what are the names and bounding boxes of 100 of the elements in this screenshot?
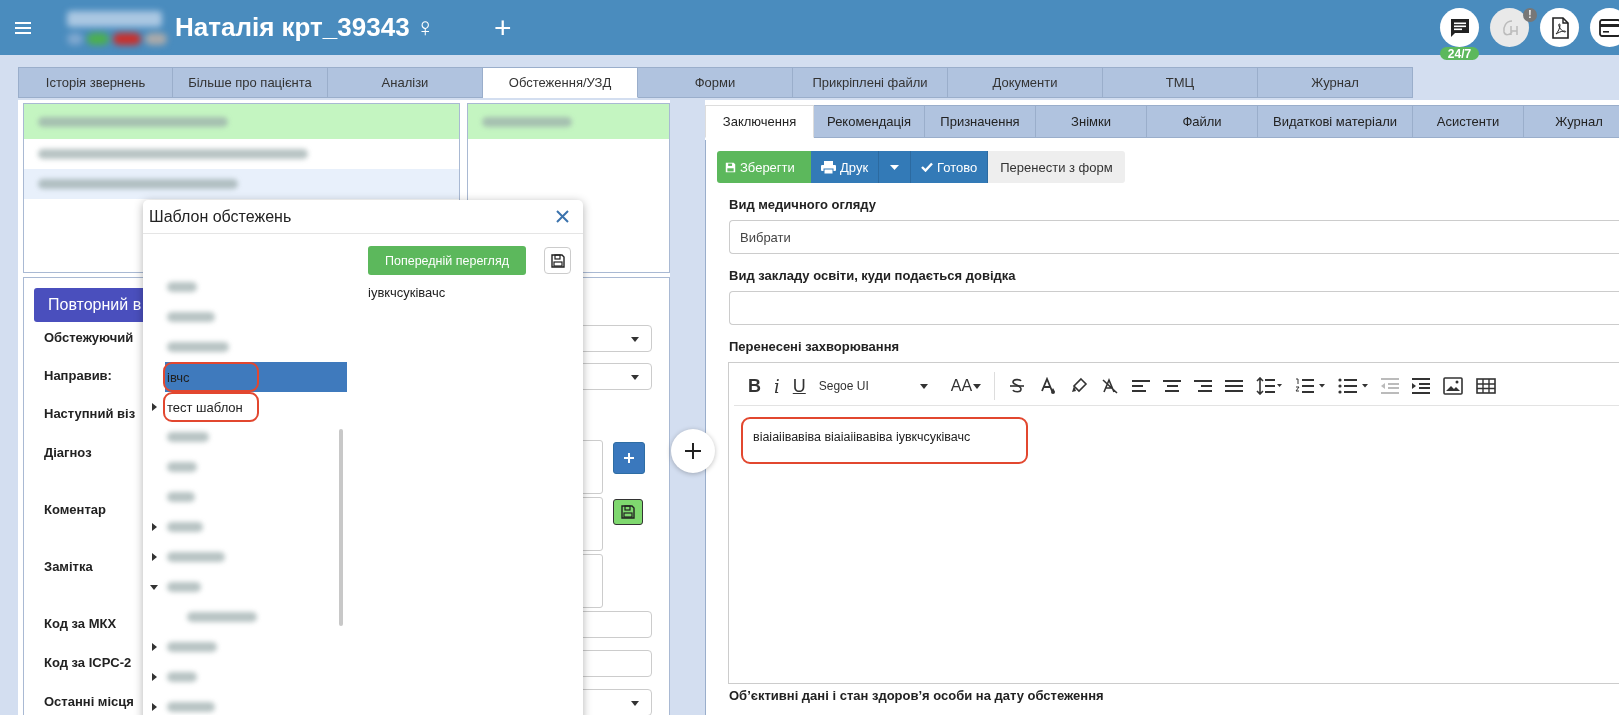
- dropdown-toggle[interactable]: [879, 151, 912, 183]
- highlighter-icon[interactable]: [1070, 377, 1089, 395]
- alert-badge: !: [1523, 8, 1537, 22]
- printer-icon: [821, 160, 836, 174]
- check-icon: [921, 162, 934, 172]
- field-label: Вид медичного огляду: [729, 197, 877, 212]
- caret-right-icon[interactable]: [150, 673, 158, 681]
- dropdown-field[interactable]: Вибрати: [729, 220, 1619, 254]
- field-label: Код за МКХ: [43, 615, 118, 631]
- format-button[interactable]: i: [774, 375, 780, 397]
- editor-text: віаіаіівавіва віаіаіівавіва іувкчсуківачс: [753, 430, 971, 444]
- tab[interactable]: Обстеження/УЗД: [483, 67, 638, 98]
- font-size-button[interactable]: AA: [950, 377, 973, 395]
- rich-text-editor[interactable]: B i U Segoe UI AA віаіаіівавіва віаіаіівавіва іувкчсуківачс: [728, 362, 1619, 684]
- tree-item[interactable]: івчс: [165, 362, 347, 392]
- scrollbar[interactable]: [339, 429, 343, 626]
- table-icon[interactable]: [1476, 378, 1497, 394]
- blurred-text: [167, 342, 229, 352]
- tab[interactable]: Більше про пацієнта: [173, 67, 328, 98]
- caret-right-icon[interactable]: [150, 553, 158, 561]
- caret-right-icon[interactable]: [150, 403, 158, 411]
- input-field[interactable]: [729, 291, 1619, 325]
- blurred-text: [167, 672, 197, 682]
- field-label: Наступний віз: [43, 405, 137, 421]
- caret-icon: [631, 375, 639, 380]
- gender-symbol: ♀: [415, 12, 436, 43]
- save-icon: [621, 505, 635, 519]
- tab[interactable]: Призначення: [925, 105, 1036, 138]
- font-dropdown[interactable]: Segoe UI: [818, 379, 919, 393]
- tab[interactable]: Асистенти: [1413, 105, 1524, 138]
- caret-down-icon[interactable]: [150, 583, 158, 591]
- text-color-icon[interactable]: [1039, 377, 1058, 395]
- numbered-list-icon[interactable]: [1295, 377, 1326, 395]
- tab[interactable]: Аналізи: [328, 67, 483, 98]
- blurred-text: [167, 702, 215, 712]
- print-button[interactable]: Друк: [811, 151, 880, 183]
- caret-icon: [631, 337, 639, 342]
- tab[interactable]: Рекомендація: [814, 105, 925, 138]
- align-icon[interactable]: [1194, 379, 1213, 393]
- save-icon: [725, 161, 736, 173]
- blurred-text: [167, 642, 217, 652]
- tab[interactable]: Прикріплені файли: [793, 67, 948, 98]
- blurred-text: [167, 492, 195, 502]
- field-label: Направив:: [43, 367, 113, 383]
- add-button[interactable]: [671, 429, 715, 473]
- blurred-text: [167, 282, 197, 292]
- caret-right-icon[interactable]: [150, 703, 158, 711]
- add-button[interactable]: +: [490, 12, 516, 43]
- tab[interactable]: Знімки: [1036, 105, 1147, 138]
- line-height-icon[interactable]: [1256, 377, 1283, 395]
- field-label: Вид закладу освіти, куди подається довідка: [729, 268, 1017, 283]
- strikethrough-icon[interactable]: [1008, 377, 1027, 395]
- field-label: Діагноз: [43, 444, 93, 460]
- transfer-button[interactable]: Перенести з форм: [988, 151, 1125, 183]
- caret-right-icon[interactable]: [150, 523, 158, 531]
- indent-icon[interactable]: [1412, 378, 1431, 394]
- field-label: Останні місця: [43, 693, 135, 709]
- tab[interactable]: Історія звернень: [18, 67, 173, 98]
- format-button[interactable]: U: [792, 375, 806, 397]
- blurred-text: [187, 612, 257, 622]
- format-button[interactable]: B: [748, 375, 761, 397]
- pdf-icon[interactable]: [1540, 8, 1579, 47]
- caret-icon[interactable]: [919, 383, 928, 389]
- close-icon[interactable]: [556, 210, 569, 223]
- image-icon[interactable]: [1443, 377, 1464, 395]
- tree-item-label: тест шаблон: [167, 399, 243, 415]
- caret-icon[interactable]: [973, 383, 982, 389]
- caret-icon: [631, 701, 639, 706]
- tab[interactable]: Журнал: [1258, 67, 1413, 98]
- blurred-text: [167, 432, 209, 442]
- align-icon[interactable]: [1132, 379, 1151, 393]
- field-label: Коментар: [43, 501, 107, 517]
- clear-format-icon[interactable]: [1101, 377, 1120, 395]
- blurred-text: [167, 552, 225, 562]
- field-label: Замітка: [43, 558, 94, 574]
- align-icon[interactable]: [1163, 379, 1182, 393]
- blurred-text: [167, 582, 201, 592]
- align-icon[interactable]: [1225, 379, 1244, 393]
- tab[interactable]: Форми: [638, 67, 793, 98]
- tree-item[interactable]: тест шаблон: [165, 392, 347, 422]
- tab[interactable]: Заключення: [705, 105, 814, 138]
- signature-icon[interactable]: [1490, 8, 1529, 47]
- menu-icon[interactable]: [15, 21, 31, 34]
- tree-item-label: івчс: [167, 369, 190, 385]
- support-badge: 24/7: [1440, 47, 1479, 60]
- tab[interactable]: Документи: [948, 67, 1103, 98]
- caret-right-icon[interactable]: [150, 643, 158, 651]
- blurred-text: [167, 522, 203, 532]
- tab[interactable]: Файли: [1147, 105, 1258, 138]
- card-icon[interactable]: [1590, 8, 1619, 47]
- tab[interactable]: Видаткові матеріали: [1258, 105, 1413, 138]
- chat-icon[interactable]: [1440, 8, 1479, 47]
- tab[interactable]: Журнал: [1524, 105, 1619, 138]
- tab[interactable]: ТМЦ: [1103, 67, 1258, 98]
- plus-icon: [684, 442, 702, 460]
- save-button[interactable]: [613, 499, 643, 525]
- patient-name: Наталія крт_39343: [175, 12, 410, 43]
- bullet-list-icon[interactable]: [1338, 377, 1369, 395]
- save-icon: [550, 253, 565, 268]
- done-button[interactable]: Готово: [911, 151, 989, 183]
